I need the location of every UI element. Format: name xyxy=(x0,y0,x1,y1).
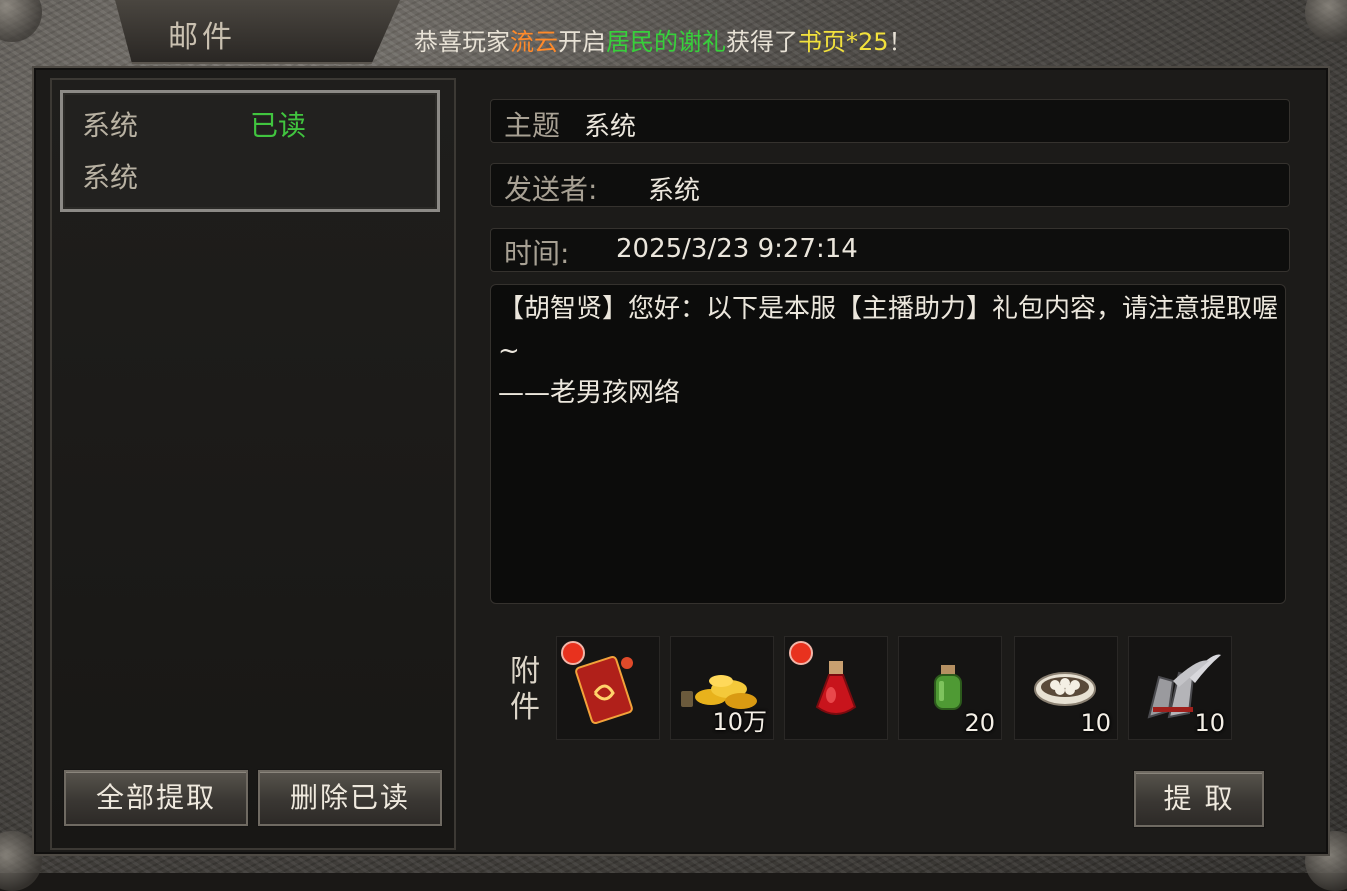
attachment-slot[interactable]: 10 xyxy=(1128,636,1232,740)
mail-item-sender: 系统 xyxy=(82,109,139,142)
attachments-label: 附件 xyxy=(510,654,540,725)
mail-body-line: 【胡智贤】您好：以下是本服【主播助力】礼包内容，请注意提取喔~ xyxy=(498,294,1279,366)
announcement-middle: 开启 xyxy=(558,28,606,56)
attachment-slot[interactable]: 20 xyxy=(898,636,1002,740)
attachment-qty: 20 xyxy=(964,709,995,737)
mail-item-status: 已读 xyxy=(250,109,307,142)
announcement-obtained: 获得了 xyxy=(726,28,798,56)
window-title: 邮件 xyxy=(168,20,236,55)
announcement-reward: 书页*25 xyxy=(798,28,889,56)
new-item-dot xyxy=(789,641,813,665)
sender-value: 系统 xyxy=(648,176,701,206)
attachment-slot[interactable] xyxy=(784,636,888,740)
attachment-slot[interactable]: 10万 xyxy=(670,636,774,740)
time-value: 2025/3/23 9:27:14 xyxy=(616,234,858,264)
title-tab xyxy=(115,0,400,64)
announcement-player: 流云 xyxy=(510,28,558,56)
subject-value: 系统 xyxy=(584,112,637,142)
mail-item-subject: 系统 xyxy=(82,161,139,194)
attachment-qty: 10 xyxy=(1080,709,1111,737)
attachment-slot[interactable]: 10 xyxy=(1014,636,1118,740)
attachment-slot[interactable] xyxy=(556,636,660,740)
sender-field xyxy=(490,163,1290,207)
claim-button[interactable]: 提 取 xyxy=(1134,771,1264,827)
attachment-qty: 10万 xyxy=(712,708,767,736)
mail-body-signature: ——老男孩网络 xyxy=(498,378,681,408)
time-label: 时间: xyxy=(504,237,570,270)
announcement-suffix: ！ xyxy=(888,28,913,56)
delete-read-button[interactable]: 删除已读 xyxy=(258,770,442,826)
time-field xyxy=(490,228,1290,272)
announcement-event: 居民的谢礼 xyxy=(606,28,726,56)
subject-label: 主题 xyxy=(504,109,561,142)
claim-all-button[interactable]: 全部提取 xyxy=(64,770,248,826)
mail-body: 【胡智贤】您好：以下是本服【主播助力】礼包内容，请注意提取喔~ ——老男孩网络 xyxy=(498,288,1278,414)
new-item-dot xyxy=(561,641,585,665)
attachment-qty: 10 xyxy=(1194,709,1225,737)
announcement-banner: 恭喜玩家流云开启居民的谢礼获得了书页*25！ xyxy=(414,22,913,57)
announcement-prefix: 恭喜玩家 xyxy=(414,28,510,56)
sender-label: 发送者: xyxy=(504,173,598,206)
